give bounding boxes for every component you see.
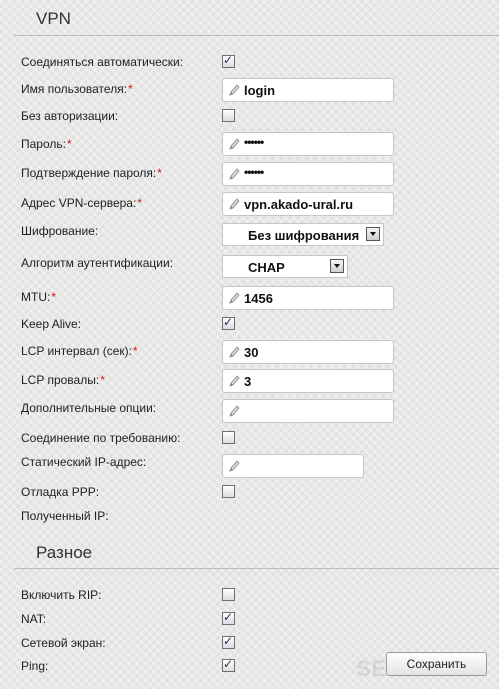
pencil-icon (229, 84, 240, 96)
no-auth-label: Без авторизации: (21, 109, 119, 123)
pencil-icon (229, 375, 240, 387)
server-address-value: vpn.akado-ural.ru (244, 197, 354, 212)
auto-connect-checkbox[interactable] (222, 53, 235, 68)
lcp-interval-value: 30 (244, 345, 259, 360)
password-value: •••••• (244, 135, 264, 149)
auth-algorithm-value: CHAP (248, 260, 285, 275)
pencil-icon (229, 346, 240, 358)
password-input[interactable]: •••••• (222, 132, 394, 156)
username-value: login (244, 83, 276, 98)
pencil-icon (229, 292, 240, 304)
pencil-icon (229, 460, 240, 472)
keep-alive-label: Keep Alive: (21, 317, 82, 331)
chevron-down-icon[interactable] (366, 227, 380, 241)
username-input[interactable]: login (222, 78, 394, 102)
username-label: Имя пользователя:* (21, 82, 133, 96)
encryption-value: Без шифрования (248, 228, 360, 243)
nat-checkbox[interactable] (222, 610, 235, 625)
extra-options-label: Дополнительные опции: (21, 401, 157, 415)
section-title-misc: Разное (36, 543, 93, 562)
password-confirm-value: •••••• (244, 165, 264, 179)
pencil-icon (229, 405, 240, 417)
save-button[interactable]: Сохранить (386, 652, 487, 676)
on-demand-label: Соединение по требованию: (21, 431, 181, 445)
mtu-input[interactable]: 1456 (222, 286, 394, 310)
extra-options-input[interactable] (222, 399, 394, 423)
pencil-icon (229, 138, 240, 150)
firewall-checkbox[interactable] (222, 634, 235, 649)
rip-label: Включить RIP: (21, 588, 102, 602)
password-label: Пароль:* (21, 137, 72, 151)
static-ip-label: Статический IP-адрес: (21, 455, 147, 469)
password-confirm-input[interactable]: •••••• (222, 162, 394, 186)
server-address-input[interactable]: vpn.akado-ural.ru (222, 192, 394, 216)
lcp-interval-input[interactable]: 30 (222, 340, 394, 364)
no-auth-checkbox[interactable] (222, 109, 235, 122)
section-divider-vpn (14, 35, 499, 36)
nat-label: NAT: (21, 612, 47, 626)
encryption-label: Шифрование: (21, 224, 99, 238)
mtu-label: MTU:* (21, 290, 56, 304)
lcp-interval-label: LCP интервал (сек):* (21, 344, 138, 358)
auth-algorithm-label: Алгоритм аутентификации: (21, 256, 174, 270)
lcp-fails-input[interactable]: 3 (222, 369, 394, 393)
firewall-label: Сетевой экран: (21, 636, 106, 650)
lcp-fails-label: LCP провалы:* (21, 373, 105, 387)
ping-checkbox[interactable] (222, 657, 235, 672)
mtu-value: 1456 (244, 291, 273, 306)
section-divider-misc (14, 568, 499, 569)
rip-checkbox[interactable] (222, 588, 235, 601)
encryption-select[interactable]: Без шифрования (222, 223, 384, 246)
password-confirm-label: Подтверждение пароля:* (21, 166, 162, 180)
chevron-down-icon[interactable] (330, 259, 344, 273)
auto-connect-label: Соединяться автоматически: (21, 55, 184, 69)
ppp-debug-label: Отладка PPP: (21, 485, 100, 499)
on-demand-checkbox[interactable] (222, 431, 235, 444)
ppp-debug-checkbox[interactable] (222, 485, 235, 498)
pencil-icon (229, 198, 240, 210)
section-title-vpn: VPN (36, 9, 71, 28)
ping-label: Ping: (21, 659, 49, 673)
pencil-icon (229, 168, 240, 180)
keep-alive-checkbox[interactable] (222, 315, 235, 330)
received-ip-label: Полученный IP: (21, 509, 109, 523)
static-ip-input[interactable] (222, 454, 364, 478)
server-address-label: Адрес VPN-сервера:* (21, 196, 142, 210)
lcp-fails-value: 3 (244, 374, 252, 389)
auth-algorithm-select[interactable]: CHAP (222, 255, 348, 278)
